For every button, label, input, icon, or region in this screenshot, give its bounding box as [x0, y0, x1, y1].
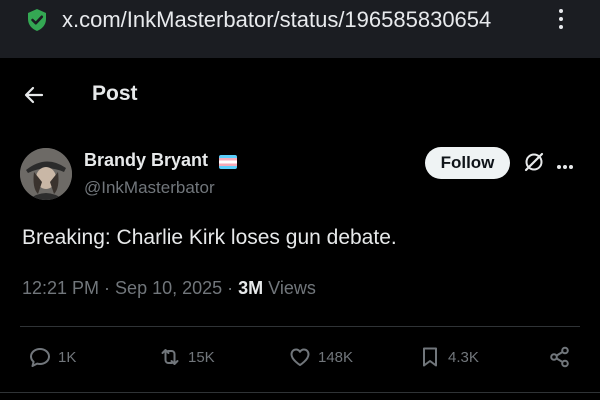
- meta-separator: ·: [222, 278, 239, 298]
- heart-icon: [290, 348, 310, 366]
- like-button[interactable]: 148K: [288, 344, 353, 370]
- views-count: 3M: [238, 278, 264, 298]
- post-date[interactable]: Sep 10, 2025: [115, 278, 222, 298]
- author-handle[interactable]: @InkMasterbator: [84, 178, 215, 198]
- follow-button[interactable]: Follow: [425, 147, 510, 179]
- share-button[interactable]: [548, 344, 578, 370]
- views-label: Views: [263, 278, 316, 298]
- meta-separator: ·: [99, 278, 116, 298]
- repost-count: 15K: [188, 348, 215, 366]
- divider: [20, 326, 580, 327]
- share-icon: [550, 346, 569, 368]
- post-time[interactable]: 12:21 PM: [22, 278, 99, 298]
- divider: [0, 392, 600, 393]
- post-text: Breaking: Charlie Kirk loses gun debate.: [22, 226, 397, 249]
- trans-flag-icon: [219, 155, 237, 169]
- browser-url-bar[interactable]: x.com/InkMasterbator/status/196585830654: [0, 0, 600, 58]
- reply-count: 1K: [58, 348, 77, 366]
- page-title: Post: [92, 82, 138, 105]
- bookmark-count: 4.3K: [448, 348, 479, 366]
- repost-button[interactable]: 15K: [158, 344, 215, 370]
- reply-icon: [30, 348, 50, 367]
- post-meta: 12:21 PM · Sep 10, 2025 · 3M Views: [22, 278, 316, 299]
- more-options-icon[interactable]: [557, 156, 577, 169]
- url-text[interactable]: x.com/InkMasterbator/status/196585830654: [62, 7, 549, 33]
- reply-button[interactable]: 1K: [28, 344, 76, 370]
- bookmark-button[interactable]: 4.3K: [418, 344, 479, 370]
- like-count: 148K: [318, 348, 354, 366]
- browser-menu-icon[interactable]: [556, 9, 566, 33]
- author-name[interactable]: Brandy Bryant: [84, 150, 208, 171]
- grok-icon[interactable]: [523, 151, 545, 173]
- bookmark-icon: [423, 347, 437, 367]
- shield-check-icon: [28, 9, 46, 31]
- back-arrow-icon[interactable]: [22, 83, 46, 107]
- repost-icon: [161, 349, 179, 365]
- avatar[interactable]: [20, 148, 72, 200]
